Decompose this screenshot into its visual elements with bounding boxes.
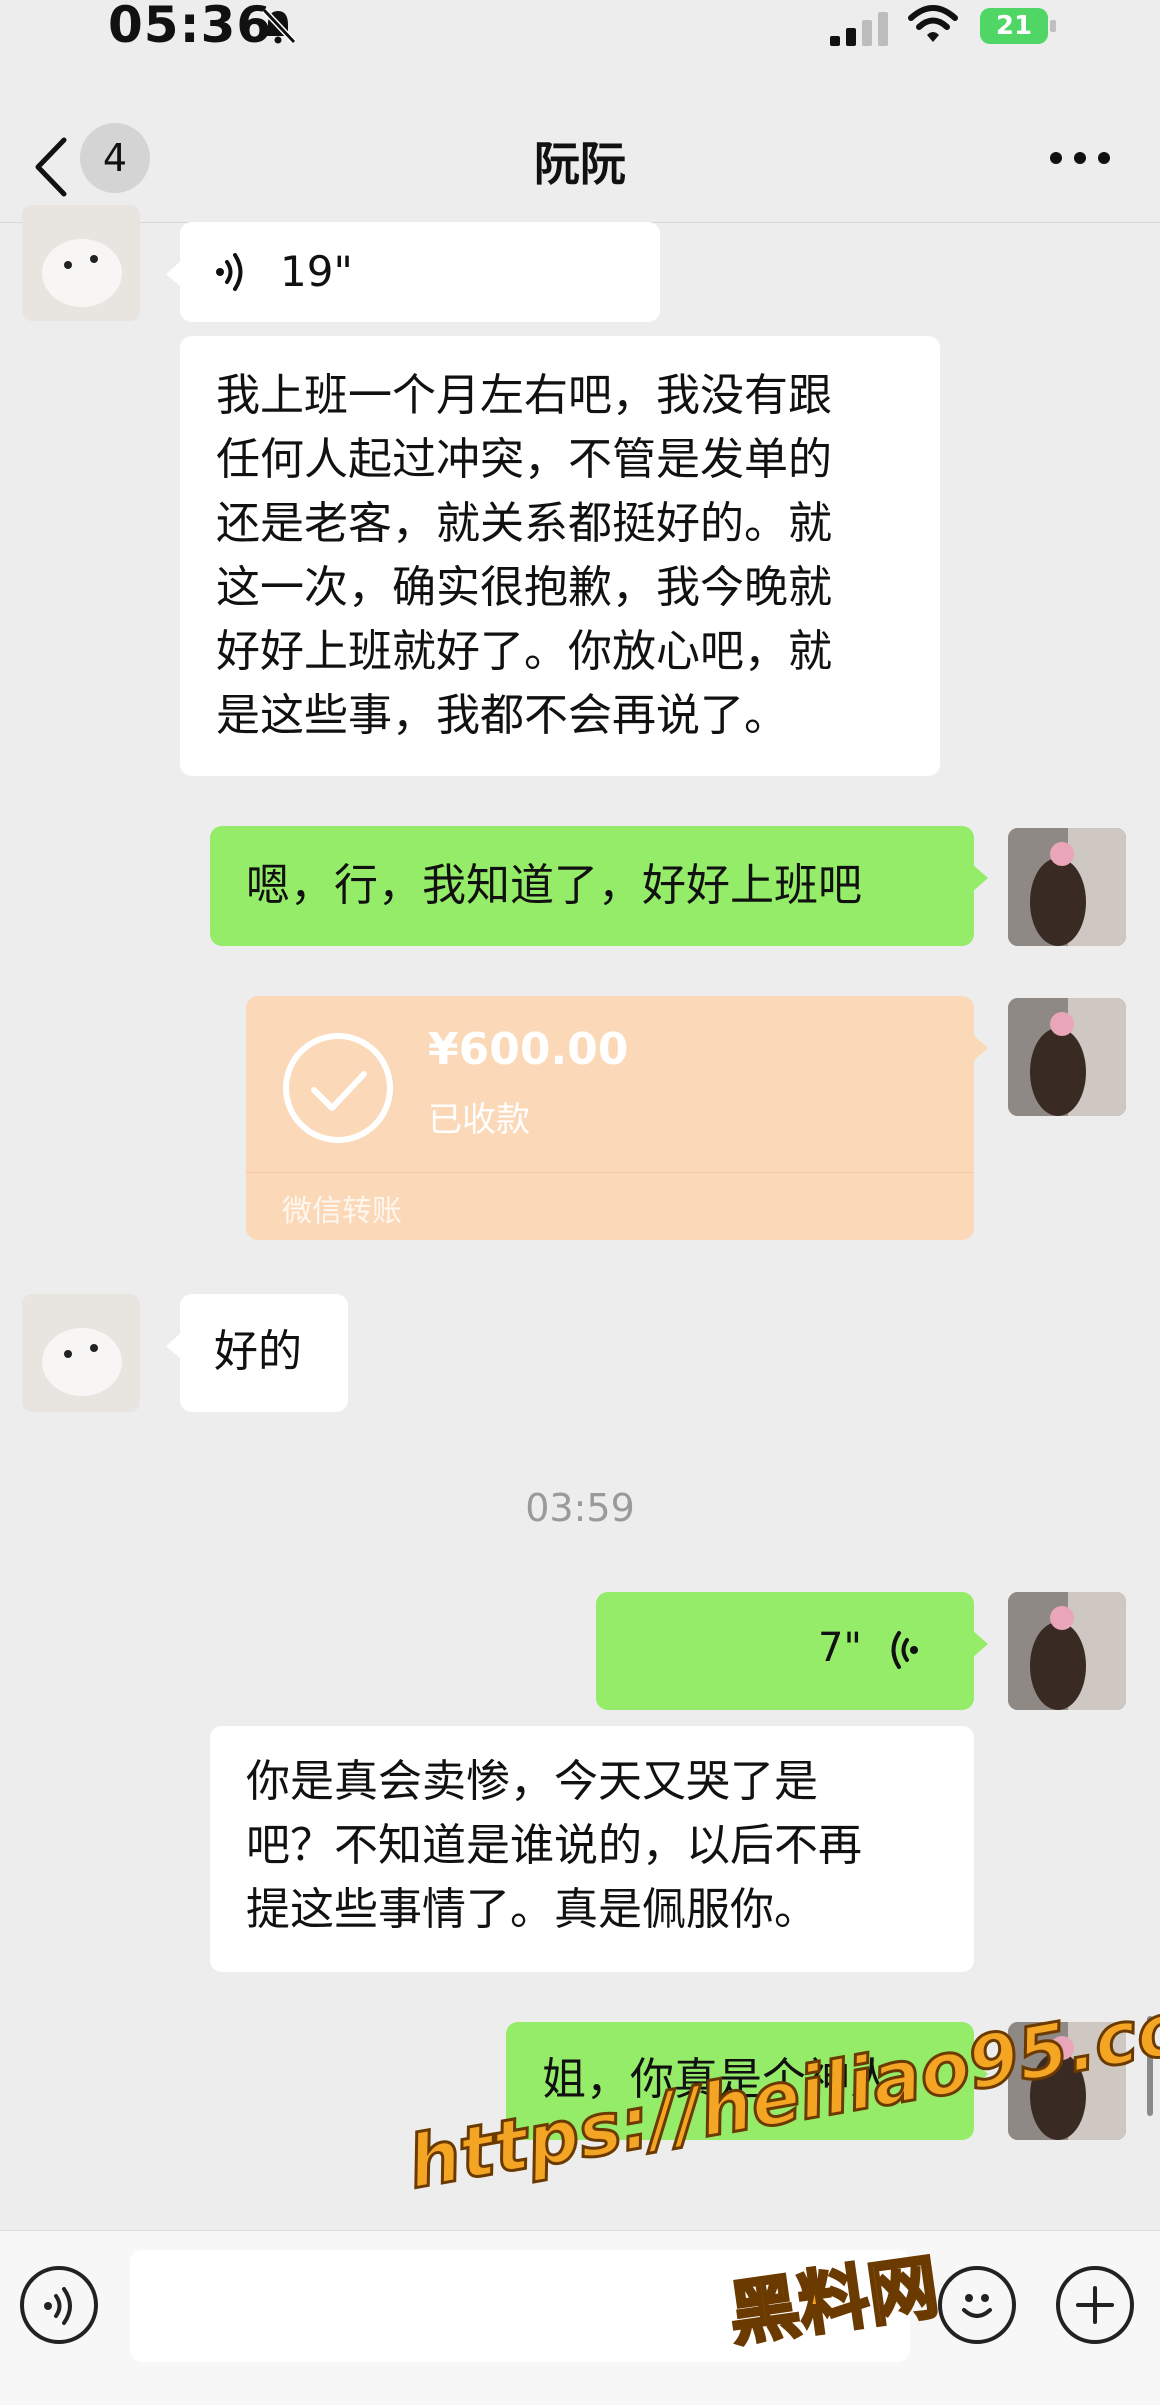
- transfer-footer: 微信转账: [282, 1194, 402, 1229]
- wifi-icon: [908, 5, 958, 42]
- transfer-status: 已收款: [428, 1100, 530, 1140]
- chat-title: 阮阮: [534, 137, 626, 191]
- user-avatar-image: [1008, 1592, 1126, 1710]
- message-line: 任何人起过冲突，不管是发单的: [216, 434, 832, 485]
- transfer-divider: [246, 1172, 974, 1173]
- back-chevron-icon[interactable]: [30, 132, 74, 202]
- status-bar: 05:36 21: [0, 0, 1160, 60]
- checkmark-circle-icon: [283, 1033, 393, 1143]
- user-avatar-image: [1008, 2022, 1126, 2140]
- voice-duration: 7": [818, 1625, 862, 1671]
- voice-duration: 19": [280, 247, 353, 296]
- message-line: 吧？不知道是谁说的，以后不再: [246, 1820, 862, 1871]
- emoji-icon: [962, 2294, 992, 2318]
- battery-charging-icon: 21: [980, 8, 1058, 44]
- my-avatar[interactable]: [1008, 998, 1126, 1116]
- unread-count-badge[interactable]: 4: [80, 123, 150, 193]
- voice-input-button[interactable]: [20, 2266, 98, 2344]
- plus-button[interactable]: [1056, 2266, 1134, 2344]
- cat-avatar-image: [22, 1294, 140, 1412]
- text-message-bubble[interactable]: 嗯，行，我知道了，好好上班吧: [210, 826, 988, 946]
- text-message-bubble[interactable]: 好的: [166, 1294, 348, 1412]
- transfer-amount: ¥600.00: [428, 1024, 629, 1075]
- user-avatar-image: [1008, 828, 1126, 946]
- text-message-bubble[interactable]: 你是真会卖惨，今天又哭了是 吧？不知道是谁说的，以后不再 提这些事情了。真是佩服…: [210, 1726, 974, 1972]
- voice-message-bubble[interactable]: 19": [166, 222, 660, 322]
- message-line: 好好上班就好了。你放心吧，就: [216, 626, 832, 677]
- voice-message-bubble[interactable]: 7": [596, 1592, 988, 1710]
- transfer-card[interactable]: ¥600.00 已收款 微信转账: [246, 996, 988, 1240]
- message-line: 姐，你真是个神人: [542, 2054, 894, 2105]
- voice-input-icon: [44, 2287, 72, 2325]
- message-line: 这一次，确实很抱歉，我今晚就: [216, 562, 832, 613]
- text-message-bubble[interactable]: 姐，你真是个神人: [506, 2022, 988, 2140]
- message-line: 我上班一个月左右吧，我没有跟: [216, 370, 832, 421]
- message-line: 提这些事情了。真是佩服你。: [246, 1884, 818, 1935]
- my-avatar[interactable]: [1008, 1592, 1126, 1710]
- user-avatar-image: [1008, 998, 1126, 1116]
- bell-muted-icon: [261, 7, 297, 45]
- battery-level: 21: [995, 11, 1033, 41]
- voice-wave-icon: [891, 1631, 918, 1669]
- contact-avatar[interactable]: [22, 205, 140, 321]
- plus-icon: [1076, 2286, 1114, 2324]
- message-line: 你是真会卖惨，今天又哭了是: [246, 1756, 818, 1807]
- my-avatar[interactable]: [1008, 2022, 1126, 2140]
- message-line: 好的: [214, 1326, 302, 1377]
- voice-wave-icon: [216, 253, 243, 291]
- emoji-button[interactable]: [938, 2266, 1016, 2344]
- more-dots-icon[interactable]: [1048, 150, 1112, 166]
- scrollbar[interactable]: [1147, 2016, 1153, 2116]
- message-input[interactable]: [130, 2250, 910, 2362]
- text-message-bubble[interactable]: 我上班一个月左右吧，我没有跟 任何人起过冲突，不管是发单的 还是老客，就关系都挺…: [180, 336, 940, 776]
- message-line: 嗯，行，我知道了，好好上班吧: [246, 860, 862, 911]
- message-line: 是这些事，我都不会再说了。: [216, 690, 788, 741]
- cellular-signal-icon: [830, 12, 888, 46]
- message-timestamp: 03:59: [525, 1486, 635, 1530]
- status-time: 05:36: [108, 0, 273, 54]
- message-line: 还是老客，就关系都挺好的。就: [216, 498, 832, 549]
- contact-avatar[interactable]: [22, 1294, 140, 1412]
- cat-avatar-image: [22, 205, 140, 321]
- my-avatar[interactable]: [1008, 828, 1126, 946]
